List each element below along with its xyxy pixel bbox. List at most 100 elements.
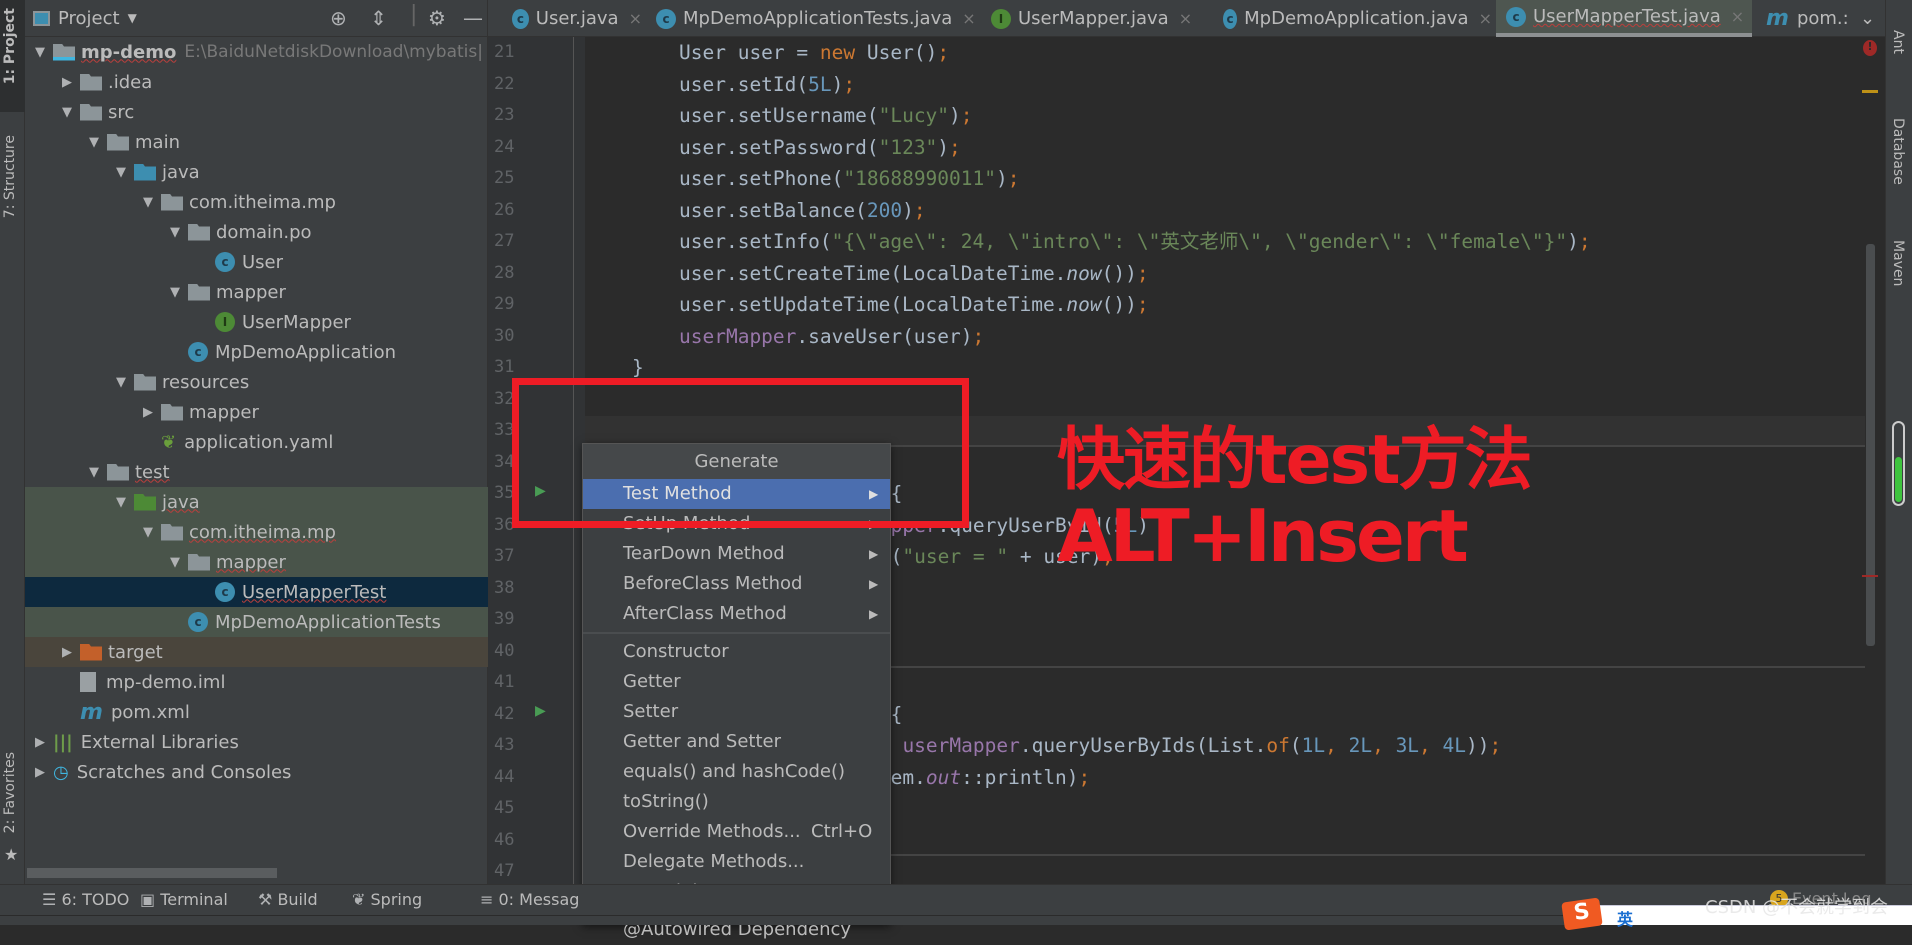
tree-item[interactable]: mp-demo.iml	[25, 667, 488, 697]
tab-usermappertest-java[interactable]: c UserMapperTest.java ×	[1496, 0, 1752, 37]
ant-tool-tab[interactable]: Ant	[1890, 30, 1906, 54]
hide-icon[interactable]: —	[463, 6, 483, 30]
code-token: user.setPassword(	[679, 135, 879, 159]
structure-tool-tab[interactable]: 7: Structure	[2, 135, 18, 218]
tool-window-messag[interactable]: ≡ 0: Messag	[480, 890, 579, 909]
tree-item[interactable]: ▼ mapper	[25, 547, 488, 577]
close-icon[interactable]: ×	[962, 9, 975, 28]
run-test-icon[interactable]: ▶	[535, 703, 546, 719]
menu-item-getter-and-setter[interactable]: Getter and Setter	[583, 727, 890, 757]
menu-item-tostring[interactable]: toString()	[583, 787, 890, 817]
tree-item[interactable]: ▼ resources	[25, 367, 488, 397]
database-tool-tab[interactable]: Database	[1890, 118, 1906, 185]
close-icon[interactable]: ×	[1479, 9, 1492, 28]
code-token: 4L	[1442, 734, 1467, 757]
project-tool-tab[interactable]: 1: Project	[0, 0, 25, 112]
menu-item-teardown-method[interactable]: TearDown Method ▶	[583, 539, 890, 569]
menu-item-equals-and-hashcode[interactable]: equals() and hashCode()	[583, 757, 890, 787]
menu-item-setter[interactable]: Setter	[583, 697, 890, 727]
menu-item-getter[interactable]: Getter	[583, 667, 890, 697]
close-icon[interactable]: ×	[629, 9, 642, 28]
menu-item-constructor[interactable]: Constructor	[583, 637, 890, 667]
expand-arrow-icon[interactable]: ▼	[112, 495, 130, 510]
tree-item[interactable]: ▶ target	[25, 637, 488, 667]
collapse-all-icon[interactable]: ⇕	[370, 6, 387, 30]
tree-item[interactable]: ▶ mapper	[25, 397, 488, 427]
chevron-down-icon[interactable]: ▼	[128, 11, 137, 25]
collapse-arrow-icon[interactable]: ▶	[58, 75, 76, 90]
tabs-overflow-chevron-icon[interactable]: ⌄	[1850, 0, 1875, 37]
favorites-tool-tab[interactable]: 2: Favorites	[2, 752, 18, 833]
collapse-arrow-icon[interactable]: ▶	[58, 645, 76, 660]
expand-arrow-icon[interactable]: ▼	[139, 525, 157, 540]
tab-mpdemoapplicationtests-java[interactable]: c MpDemoApplicationTests.java ×	[646, 0, 977, 37]
tool-window-build[interactable]: ⚒ Build	[258, 890, 318, 909]
close-icon[interactable]: ×	[1179, 9, 1192, 28]
menu-item-override-methods[interactable]: Override Methods... Ctrl+O	[583, 817, 890, 847]
tree-item[interactable]: ▼ domain.po	[25, 217, 488, 247]
menu-item-beforeclass-method[interactable]: BeforeClass Method ▶	[583, 569, 890, 599]
tree-item[interactable]: ▼ mapper	[25, 277, 488, 307]
interface-icon: I	[991, 8, 1011, 29]
tree-item-label: mapper	[189, 401, 259, 423]
expand-arrow-icon[interactable]: ▼	[58, 105, 76, 120]
ime-language-toggle[interactable]: 英	[1617, 906, 1633, 930]
tree-item[interactable]: ▼ com.itheima.mp	[25, 517, 488, 547]
tree-item[interactable]: ▶ ||| External Libraries	[25, 727, 488, 757]
editor-scrollbar[interactable]	[1866, 244, 1875, 646]
tree-item[interactable]: ▼ com.itheima.mp	[25, 187, 488, 217]
expand-arrow-icon[interactable]: ▼	[85, 465, 103, 480]
tree-item[interactable]: c User	[25, 247, 488, 277]
tree-item[interactable]: ❦ application.yaml	[25, 427, 488, 457]
line-number: 47	[494, 861, 515, 881]
tool-window-spring[interactable]: ❦ Spring	[352, 890, 422, 909]
tree-item[interactable]: m pom.xml	[25, 697, 488, 727]
error-marker[interactable]	[1862, 575, 1878, 577]
menu-item-delegate-methods[interactable]: Delegate Methods...	[583, 847, 890, 877]
tree-item[interactable]: c UserMapperTest	[25, 577, 488, 607]
collapse-arrow-icon[interactable]: ▶	[31, 765, 49, 780]
expand-arrow-icon[interactable]: ▼	[31, 45, 49, 60]
tree-item[interactable]: ▶ ◷ Scratches and Consoles	[25, 757, 488, 787]
expand-arrow-icon[interactable]: ▼	[139, 195, 157, 210]
tree-item[interactable]: ▼ main	[25, 127, 488, 157]
tool-window-terminal[interactable]: ▣ Terminal	[140, 890, 228, 909]
warning-marker[interactable]	[1862, 90, 1878, 93]
tree-item[interactable]: ▼ test	[25, 457, 488, 487]
horizontal-scrollbar[interactable]	[27, 868, 277, 878]
code-line: {	[891, 699, 903, 731]
module-icon	[53, 43, 75, 61]
menu-item-afterclass-method[interactable]: AfterClass Method ▶	[583, 599, 890, 629]
maven-tool-tab[interactable]: Maven	[1890, 240, 1906, 286]
expand-arrow-icon[interactable]: ▼	[166, 555, 184, 570]
tool-window-todo[interactable]: ☰ 6: TODO	[42, 890, 129, 909]
collapse-arrow-icon[interactable]: ▶	[31, 735, 49, 750]
tab-mpdemoapplication-java[interactable]: c MpDemoApplication.java ×	[1213, 0, 1492, 37]
tab-pom-[interactable]: m pom.:	[1756, 0, 1849, 37]
expand-arrow-icon[interactable]: ▼	[112, 165, 130, 180]
tree-item[interactable]: ▼ src	[25, 97, 488, 127]
expand-arrow-icon[interactable]: ▼	[112, 375, 130, 390]
code-token: user.setBalance(	[679, 198, 867, 222]
expand-arrow-icon[interactable]: ▼	[166, 225, 184, 240]
tree-item[interactable]: c MpDemoApplicationTests	[25, 607, 488, 637]
tab-label: MpDemoApplicationTests.java	[683, 8, 953, 29]
code-token: ())	[1101, 261, 1137, 285]
project-view-selector[interactable]: Project	[58, 8, 120, 29]
tree-item[interactable]: I UserMapper	[25, 307, 488, 337]
expand-arrow-icon[interactable]: ▼	[85, 135, 103, 150]
close-icon[interactable]: ×	[1731, 7, 1744, 26]
tree-item[interactable]: ▼ java	[25, 157, 488, 187]
code-token: "123"	[878, 135, 938, 159]
expand-arrow-icon[interactable]: ▼	[166, 285, 184, 300]
tree-item[interactable]: c MpDemoApplication	[25, 337, 488, 367]
gear-icon[interactable]: ⚙	[428, 6, 446, 30]
tree-item[interactable]: ▼ mp-demo E:\BaiduNetdiskDownload\mybatis|	[25, 37, 488, 67]
tab-usermapper-java[interactable]: I UserMapper.java ×	[981, 0, 1209, 37]
locate-icon[interactable]: ⊕	[330, 6, 347, 30]
collapse-arrow-icon[interactable]: ▶	[139, 405, 157, 420]
tab-user-java[interactable]: c User.java ×	[502, 0, 642, 37]
tree-item[interactable]: ▶ .idea	[25, 67, 488, 97]
tree-item[interactable]: ▼ java	[25, 487, 488, 517]
error-indicator-icon[interactable]: !	[1863, 40, 1877, 56]
